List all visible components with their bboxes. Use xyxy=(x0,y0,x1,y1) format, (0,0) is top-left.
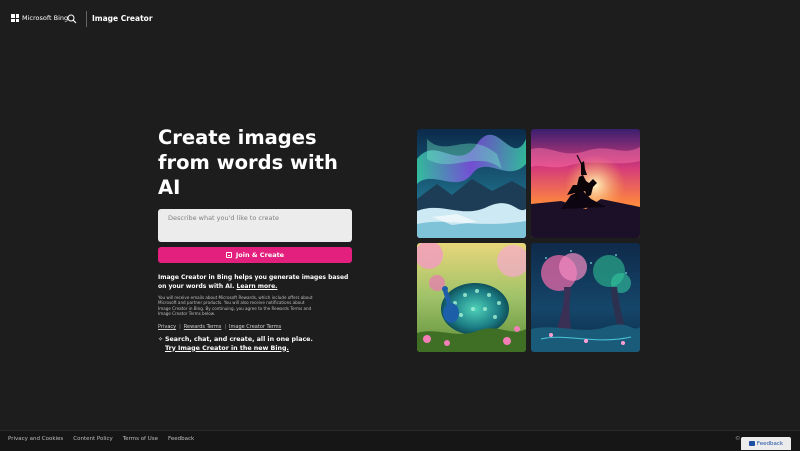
promo-text: Search, chat, and create, all in one pla… xyxy=(165,336,313,343)
peacock-garden-image xyxy=(417,243,526,352)
gallery-image-aurora[interactable] xyxy=(417,129,526,238)
try-new-bing-link[interactable]: Try Image Creator in the new Bing. xyxy=(165,345,289,352)
copyright: © xyxy=(735,436,741,442)
content-policy-link[interactable]: Content Policy xyxy=(73,436,112,442)
footer-links: Privacy and Cookies Content Policy Terms… xyxy=(8,436,194,442)
image-creator-terms-link[interactable]: Image Creator Terms xyxy=(229,324,281,330)
page-title: Image Creator xyxy=(92,14,153,23)
microsoft-logo-icon xyxy=(11,14,19,22)
prompt-input[interactable] xyxy=(158,209,352,242)
create-icon xyxy=(225,252,232,258)
bing-logo-link[interactable]: Microsoft Bing xyxy=(11,14,68,22)
feedback-link[interactable]: Feedback xyxy=(168,436,194,442)
join-create-label: Join & Create xyxy=(235,251,285,259)
gallery-image-rider[interactable] xyxy=(531,129,640,238)
feedback-icon xyxy=(748,441,755,446)
search-button[interactable] xyxy=(62,9,82,29)
feedback-button[interactable]: Feedback xyxy=(741,437,791,450)
hero-title: Create images from words with AI xyxy=(158,126,338,199)
legal-separator: | xyxy=(224,324,227,330)
rewards-terms-link[interactable]: Rewards Terms xyxy=(184,324,222,330)
aurora-landscape-image xyxy=(417,129,526,238)
promo: ✧ Search, chat, and create, all in one pl… xyxy=(158,336,358,353)
glowing-forest-image xyxy=(531,243,640,352)
join-create-button[interactable]: Join & Create xyxy=(158,247,352,263)
horse-rider-sunset-image xyxy=(531,129,640,238)
terms-of-use-link[interactable]: Terms of Use xyxy=(123,436,158,442)
fine-print: You will receive emails about Microsoft … xyxy=(158,295,313,316)
footer: Privacy and Cookies Content Policy Terms… xyxy=(0,430,800,451)
header-divider xyxy=(86,11,87,27)
legal-links: Privacy | Rewards Terms | Image Creator … xyxy=(158,324,281,330)
search-icon xyxy=(67,14,77,24)
learn-more-link[interactable]: Learn more. xyxy=(237,283,278,290)
gallery-image-forest[interactable] xyxy=(531,243,640,352)
gallery-image-peacock[interactable] xyxy=(417,243,526,352)
legal-separator: | xyxy=(179,324,181,330)
description: Image Creator in Bing helps you generate… xyxy=(158,274,358,291)
sparkle-icon: ✧ xyxy=(158,336,164,343)
feedback-button-label: Feedback xyxy=(756,440,784,447)
privacy-cookies-link[interactable]: Privacy and Cookies xyxy=(8,436,63,442)
privacy-link[interactable]: Privacy xyxy=(158,324,176,330)
top-bar: Microsoft Bing Image Creator xyxy=(0,0,800,38)
